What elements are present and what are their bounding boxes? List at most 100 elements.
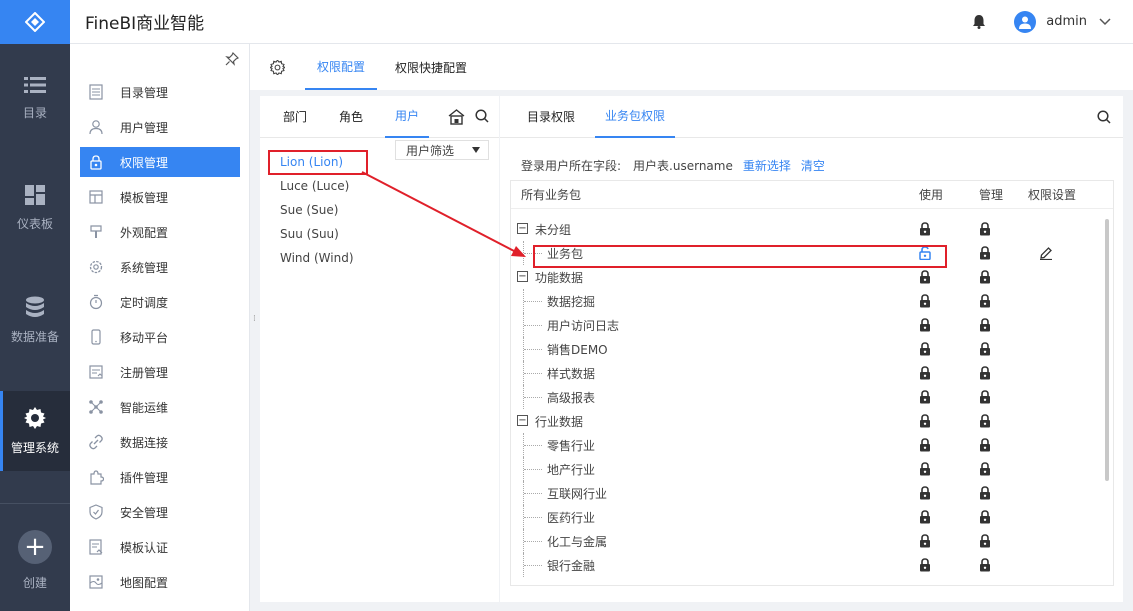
- lock-icon[interactable]: [919, 414, 931, 428]
- lock-icon[interactable]: [919, 510, 931, 524]
- lock-icon[interactable]: [979, 246, 991, 260]
- collapse-icon[interactable]: −: [517, 271, 528, 282]
- lock-icon[interactable]: [919, 486, 931, 500]
- lock-icon[interactable]: [919, 270, 931, 284]
- collapse-icon[interactable]: −: [517, 415, 528, 426]
- tree-package-row[interactable]: 银行金融: [511, 553, 1101, 577]
- menu-item-brush[interactable]: 外观配置: [80, 217, 240, 247]
- tab-role[interactable]: 角色: [329, 96, 373, 138]
- tab-package-permission[interactable]: 业务包权限: [595, 96, 676, 138]
- lock-icon[interactable]: [979, 222, 991, 236]
- collapse-icon[interactable]: −: [517, 223, 528, 234]
- lock-icon[interactable]: [919, 318, 931, 332]
- user-item[interactable]: Suu (Suu): [280, 227, 339, 241]
- package-name: 高级报表: [547, 390, 596, 405]
- tree-group-row[interactable]: − 功能数据: [511, 265, 1101, 289]
- lock-icon[interactable]: [919, 534, 931, 548]
- tree-package-row[interactable]: 医药行业: [511, 505, 1101, 529]
- tab-permission-quick-config[interactable]: 权限快捷配置: [383, 44, 479, 90]
- lock-icon[interactable]: [979, 270, 991, 284]
- lock-icon[interactable]: [979, 486, 991, 500]
- rail-item-data-prep[interactable]: 数据准备: [0, 280, 70, 360]
- tab-user[interactable]: 用户: [385, 96, 430, 138]
- menu-item-catalog[interactable]: 目录管理: [80, 77, 240, 107]
- menu-item-register[interactable]: 注册管理: [80, 357, 240, 387]
- lock-icon[interactable]: [919, 462, 931, 476]
- register-icon: [88, 364, 104, 380]
- menu-item-lock[interactable]: 权限管理: [80, 147, 240, 177]
- menu-item-mobile[interactable]: 移动平台: [80, 322, 240, 352]
- chevron-down-icon[interactable]: [1099, 17, 1111, 26]
- lock-icon[interactable]: [979, 534, 991, 548]
- avatar[interactable]: [1014, 10, 1037, 33]
- lock-icon[interactable]: [979, 414, 991, 428]
- search-icon[interactable]: [475, 108, 489, 123]
- tree-package-row[interactable]: 零售行业: [511, 433, 1101, 457]
- reselect-link[interactable]: 重新选择: [743, 157, 791, 174]
- logo[interactable]: [0, 0, 70, 44]
- menu-item-template[interactable]: 模板管理: [80, 182, 240, 212]
- rail-item-dashboard[interactable]: 仪表板: [0, 168, 70, 248]
- tree-package-row[interactable]: 高级报表: [511, 385, 1101, 409]
- user-item[interactable]: Wind (Wind): [280, 251, 354, 265]
- menu-item-gear[interactable]: 系统管理: [80, 252, 240, 282]
- lock-icon[interactable]: [979, 438, 991, 452]
- lock-icon[interactable]: [919, 390, 931, 404]
- lock-icon[interactable]: [979, 366, 991, 380]
- lock-icon[interactable]: [979, 510, 991, 524]
- menu-item-plugin[interactable]: 插件管理: [80, 462, 240, 492]
- splitter-handle[interactable]: ⁞: [253, 315, 257, 324]
- lock-icon[interactable]: [919, 222, 931, 236]
- rail-item-create[interactable]: + 创建: [0, 520, 70, 600]
- search-icon: [1097, 109, 1111, 124]
- lock-icon[interactable]: [979, 318, 991, 332]
- tree-package-row[interactable]: 数据挖掘: [511, 289, 1101, 313]
- tree-group-row[interactable]: − 行业数据: [511, 409, 1101, 433]
- menu-item-timer[interactable]: 定时调度: [80, 287, 240, 317]
- tree-package-row[interactable]: 化工与金属: [511, 529, 1101, 553]
- lock-icon[interactable]: [919, 558, 931, 572]
- menu-item-certify[interactable]: 模板认证: [80, 532, 240, 562]
- house-lock-icon[interactable]: [448, 108, 465, 125]
- user-item[interactable]: Luce (Luce): [280, 179, 349, 193]
- search-button[interactable]: [1097, 109, 1111, 124]
- rail-item-admin[interactable]: 管理系统: [0, 391, 70, 471]
- pin-icon[interactable]: [225, 52, 239, 66]
- lock-icon[interactable]: [919, 438, 931, 452]
- plus-icon: +: [24, 531, 46, 562]
- lock-icon[interactable]: [979, 294, 991, 308]
- tree-package-row[interactable]: 样式数据: [511, 361, 1101, 385]
- create-button[interactable]: +: [18, 529, 52, 564]
- clear-link[interactable]: 清空: [801, 157, 825, 174]
- user-filter-dropdown[interactable]: 用户筛选: [395, 140, 489, 160]
- menu-item-user[interactable]: 用户管理: [80, 112, 240, 142]
- menu-item-map[interactable]: 地图配置: [80, 567, 240, 597]
- user-item[interactable]: Sue (Sue): [280, 203, 338, 217]
- lock-icon[interactable]: [979, 558, 991, 572]
- lock-icon: [88, 154, 104, 170]
- lock-icon[interactable]: [979, 390, 991, 404]
- pencil-icon[interactable]: [1039, 246, 1053, 261]
- menu-item-network[interactable]: 智能运维: [80, 392, 240, 422]
- tab-department[interactable]: 部门: [273, 96, 317, 138]
- username[interactable]: admin: [1046, 14, 1087, 29]
- lock-icon[interactable]: [919, 294, 931, 308]
- tab-permission-config[interactable]: 权限配置: [305, 44, 378, 90]
- tree-group-row[interactable]: − 未分组: [511, 217, 1101, 241]
- tab-catalog-permission[interactable]: 目录权限: [517, 96, 585, 138]
- bell-icon[interactable]: [972, 14, 986, 29]
- menu-item-link[interactable]: 数据连接: [80, 427, 240, 457]
- rail-item-catalog[interactable]: 目录: [0, 58, 70, 138]
- tree-package-row[interactable]: 销售DEMO: [511, 337, 1101, 361]
- settings-gear[interactable]: [270, 59, 285, 75]
- lock-icon[interactable]: [979, 342, 991, 356]
- lock-icon[interactable]: [979, 462, 991, 476]
- tree-package-row[interactable]: 地产行业: [511, 457, 1101, 481]
- tree-package-row[interactable]: 用户访问日志: [511, 313, 1101, 337]
- menu-item-shield[interactable]: 安全管理: [80, 497, 240, 527]
- lock-icon[interactable]: [919, 366, 931, 380]
- lock-icon[interactable]: [919, 342, 931, 356]
- scrollbar[interactable]: [1105, 219, 1109, 481]
- package-name: 销售DEMO: [547, 342, 608, 357]
- tree-package-row[interactable]: 互联网行业: [511, 481, 1101, 505]
